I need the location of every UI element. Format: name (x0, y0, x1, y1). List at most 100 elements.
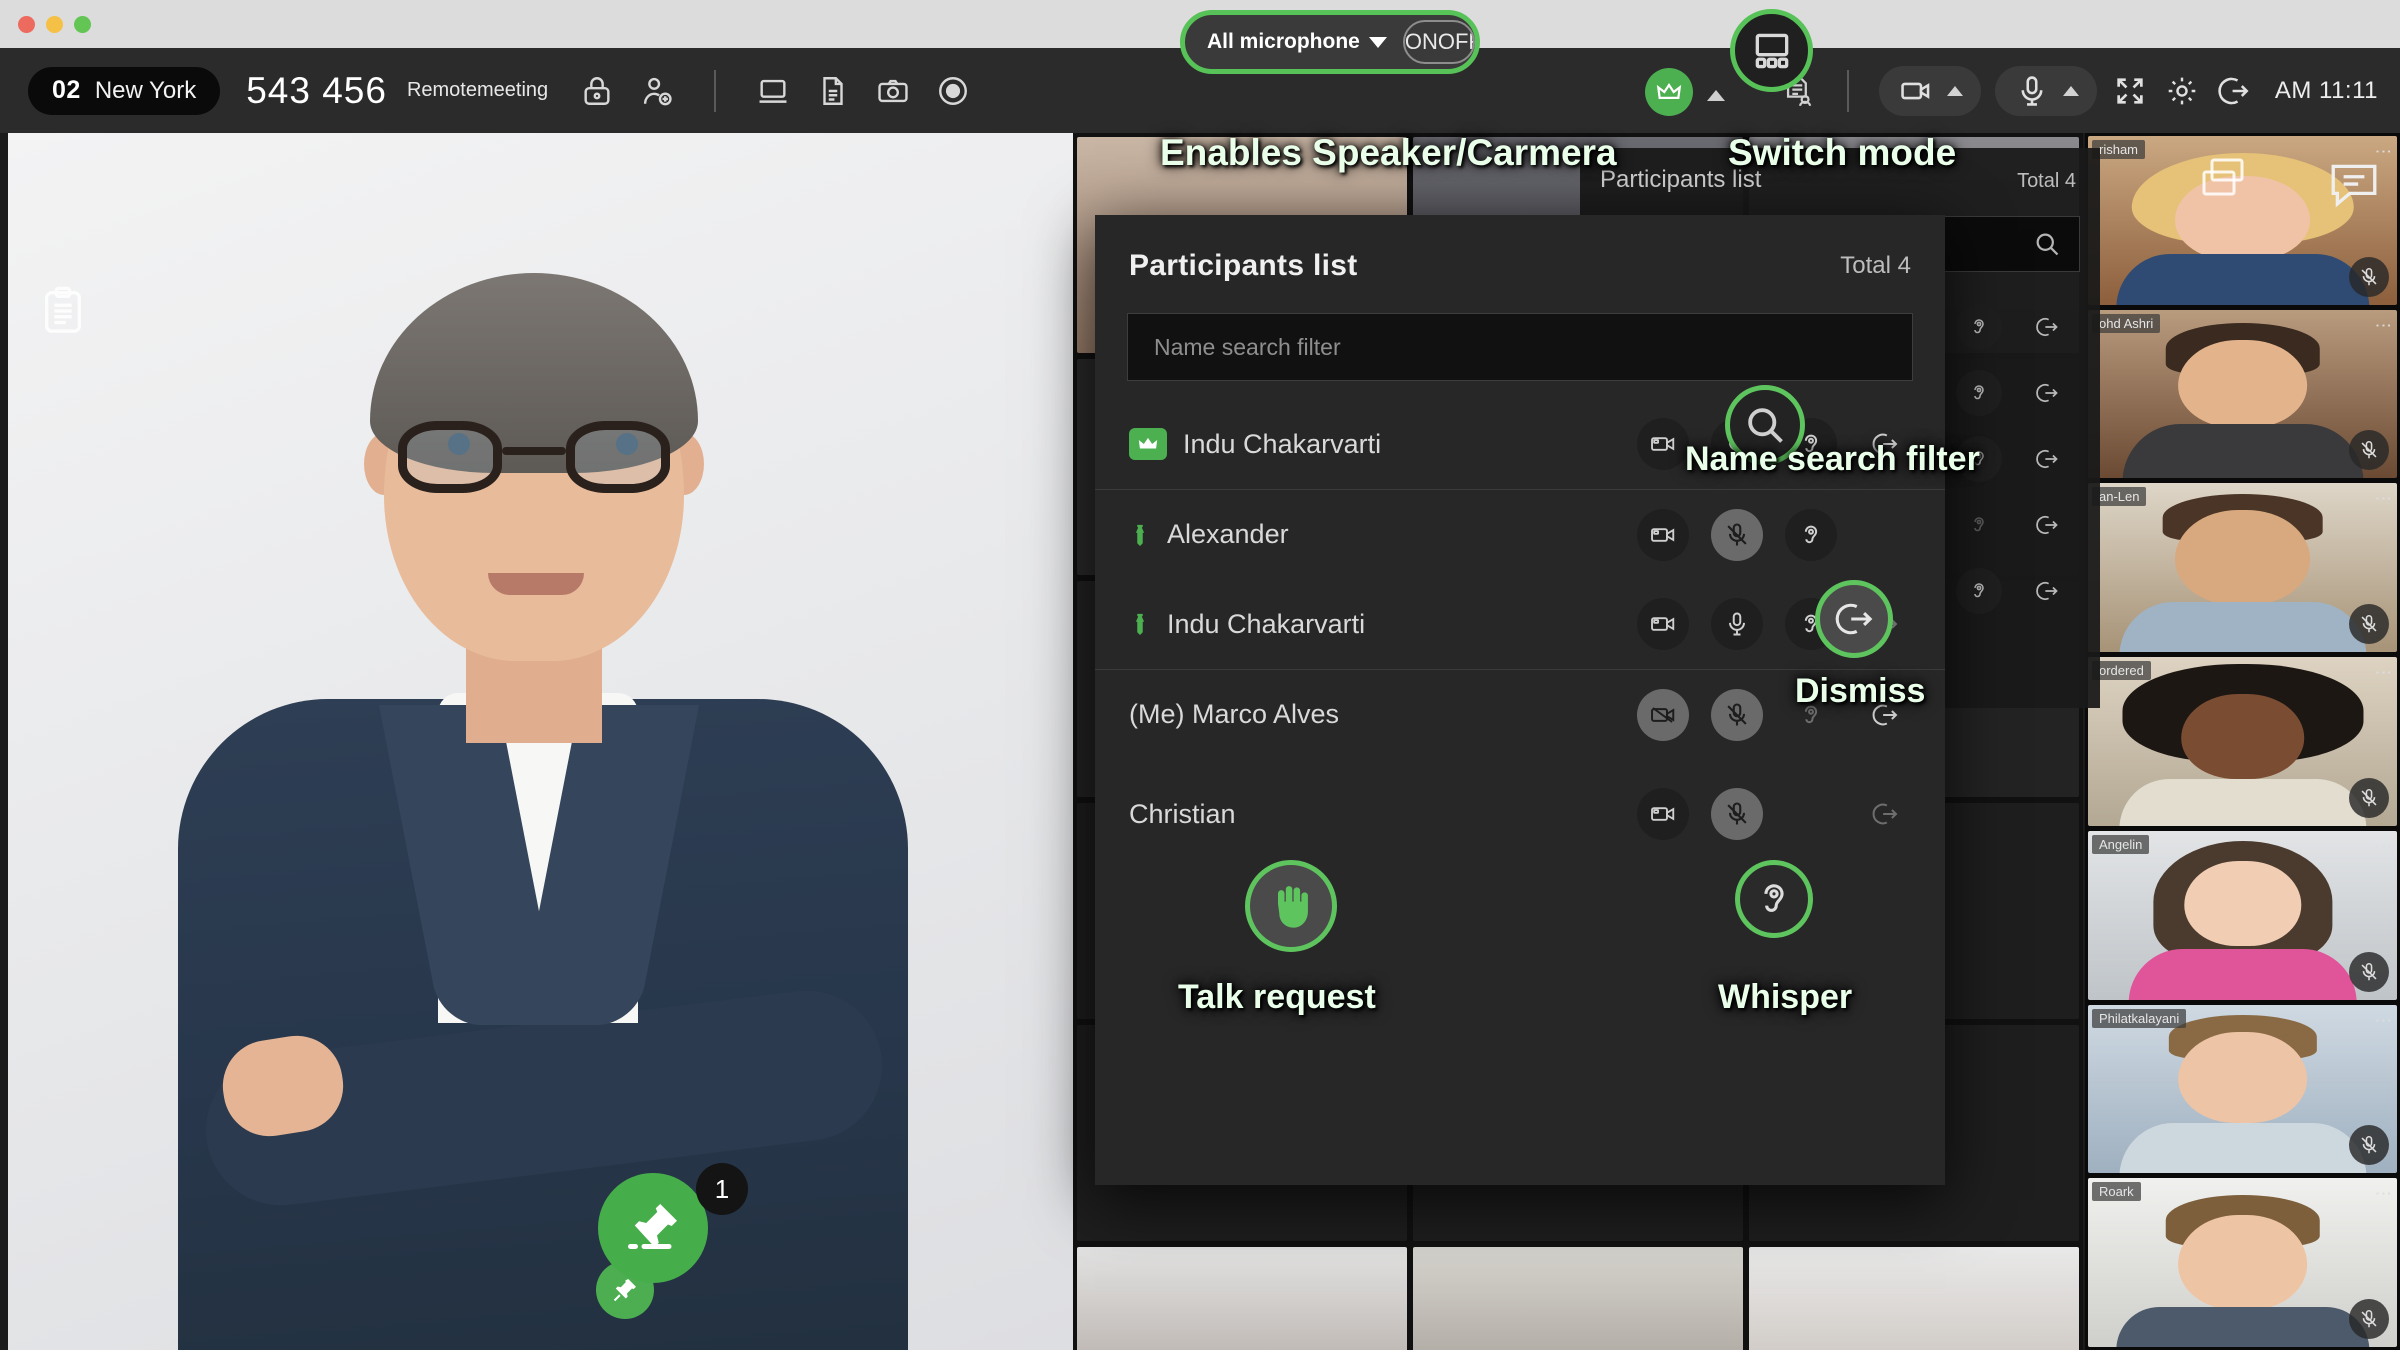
whisper-ear-icon[interactable] (1956, 502, 2002, 548)
annotation-dismiss: Dismiss (1795, 672, 1926, 710)
whisper-ear-icon[interactable] (1785, 508, 1837, 561)
maximize-window-button[interactable] (74, 16, 91, 33)
active-speaker-video[interactable] (8, 133, 1073, 1350)
more-options-icon[interactable]: ⋮ (2374, 1012, 2393, 1029)
participant-filmstrip: risham ⋮ ohd Ashri ⋮ an-Len ⋮ ordered ⋮ … (2085, 133, 2400, 1350)
room-code: 543 456 (246, 69, 387, 111)
camera-icon[interactable] (1637, 508, 1689, 561)
participant-name: Christian (1129, 798, 1236, 829)
screen-share-icon[interactable] (754, 72, 792, 110)
participant-name: Indu Chakarvarti (1167, 608, 1366, 639)
microphone-muted-icon[interactable] (1711, 688, 1763, 741)
more-options-icon[interactable]: ⋮ (2374, 1185, 2393, 1202)
dismiss-icon[interactable] (2024, 568, 2070, 614)
more-options-icon[interactable]: ⋮ (2374, 838, 2393, 855)
participant-name-group: Indu Chakarvarti (1129, 428, 1381, 460)
filmstrip-tile[interactable]: an-Len ⋮ (2088, 483, 2397, 653)
all-microphone-label-group[interactable]: All microphone (1207, 30, 1387, 54)
more-options-icon[interactable]: ⋮ (2374, 664, 2393, 681)
dismiss-icon[interactable] (2024, 436, 2070, 482)
traffic-lights (18, 16, 91, 33)
video-tile[interactable] (1749, 1247, 2079, 1350)
toolbar-icon-group (578, 69, 972, 112)
participant-label: ordered (2092, 661, 2151, 681)
record-icon[interactable] (934, 72, 972, 110)
microphone-icon[interactable] (2013, 72, 2051, 110)
search-icon[interactable] (2033, 230, 2061, 258)
dismiss-icon[interactable] (1859, 788, 1911, 840)
filmstrip-tile[interactable]: Roark ⋮ (2088, 1178, 2397, 1348)
host-crown-badge[interactable] (1645, 68, 1693, 116)
clipboard-icon[interactable] (40, 285, 86, 337)
host-crown-caret-icon[interactable] (1707, 90, 1725, 101)
microphone-muted-icon (2349, 256, 2389, 297)
pin-request-button[interactable] (598, 1173, 708, 1283)
video-tile[interactable] (1413, 1247, 1743, 1350)
talk-request-button-highlight[interactable] (1245, 860, 1337, 952)
dismiss-button-highlight[interactable] (1815, 580, 1893, 658)
filmstrip-tile[interactable]: Angelin ⋮ (2088, 830, 2397, 1000)
microphone-options-caret-icon[interactable] (2062, 85, 2079, 96)
switch-mode-button[interactable] (1730, 9, 1813, 92)
microphone-muted-icon[interactable] (1711, 508, 1763, 561)
camera-icon[interactable] (1637, 788, 1689, 840)
participant-label: Angelin (2092, 834, 2150, 854)
minimize-window-button[interactable] (46, 16, 63, 33)
participant-label: ohd Ashri (2092, 313, 2161, 333)
camera-options-caret-icon[interactable] (1946, 85, 1963, 96)
chevron-down-icon[interactable] (1368, 36, 1387, 48)
whisper-ear-icon[interactable] (1956, 370, 2002, 416)
filmstrip-tile[interactable]: ohd Ashri ⋮ (2088, 309, 2397, 479)
participant-actions (1637, 788, 1911, 840)
whisper-ear-icon[interactable] (1956, 304, 2002, 350)
screenshot-overlay-icon (2199, 156, 2257, 204)
participant-label: an-Len (2092, 487, 2147, 507)
all-microphone-control[interactable]: All microphone ON OFF (1180, 10, 1480, 74)
whisper-ear-icon[interactable] (1956, 568, 2002, 614)
mic-off-button[interactable]: OFF (1438, 22, 1473, 62)
microphone-control-button[interactable] (1994, 65, 2097, 116)
list-item[interactable]: Christian (1095, 759, 1945, 869)
microphone-muted-icon (2349, 951, 2389, 992)
dismiss-icon[interactable] (2024, 502, 2070, 548)
microphone-icon[interactable] (1711, 598, 1763, 650)
snapshot-camera-icon[interactable] (874, 72, 912, 110)
room-city: New York (94, 76, 197, 104)
filmstrip-tile[interactable]: Philatkalayani ⋮ (2088, 1004, 2397, 1174)
gear-icon[interactable] (2163, 72, 2201, 110)
mic-on-button[interactable]: ON (1405, 22, 1438, 62)
participant-label: Roark (2092, 1182, 2141, 1202)
page-title: Participants list (1129, 249, 1358, 282)
more-options-icon[interactable]: ⋮ (2374, 317, 2393, 334)
lock-icon[interactable] (578, 72, 616, 110)
search-placeholder: Name search filter (1154, 333, 1341, 360)
participant-name: Indu Chakarvarti (1183, 428, 1382, 459)
camera-icon[interactable] (1637, 598, 1689, 650)
more-options-icon[interactable]: ⋮ (2374, 143, 2393, 160)
annotation-whisper: Whisper (1718, 978, 1853, 1016)
fullscreen-icon[interactable] (2111, 72, 2149, 110)
add-participant-icon[interactable] (638, 72, 676, 110)
participants-panel-header: Participants list Total 4 (1095, 215, 1945, 283)
camera-icon[interactable] (1637, 418, 1689, 470)
filmstrip-tile[interactable]: ordered ⋮ (2088, 657, 2397, 826)
video-tile[interactable] (1077, 1247, 1407, 1350)
camera-icon[interactable] (1897, 72, 1935, 110)
filmstrip-tile[interactable]: risham ⋮ (2088, 136, 2397, 305)
camera-off-icon[interactable] (1637, 688, 1689, 741)
more-options-icon[interactable]: ⋮ (2374, 490, 2393, 507)
dismiss-icon[interactable] (2024, 370, 2070, 416)
room-number: 02 (52, 76, 81, 104)
close-window-button[interactable] (18, 16, 35, 33)
document-icon[interactable] (814, 72, 852, 110)
camera-control-button[interactable] (1878, 65, 1981, 116)
microphone-muted-icon[interactable] (1711, 788, 1763, 840)
exit-icon[interactable] (2215, 72, 2253, 110)
list-item[interactable]: Alexander (1095, 489, 1945, 579)
participant-name-group: Indu Chakarvarti (1129, 609, 1365, 640)
whisper-button-highlight[interactable] (1735, 860, 1813, 938)
dismiss-icon[interactable] (2024, 304, 2070, 350)
search-input[interactable]: Name search filter (1127, 313, 1913, 381)
mic-on-off-toggle[interactable]: ON OFF (1402, 20, 1475, 64)
chat-bubble-icon[interactable] (2327, 158, 2381, 208)
